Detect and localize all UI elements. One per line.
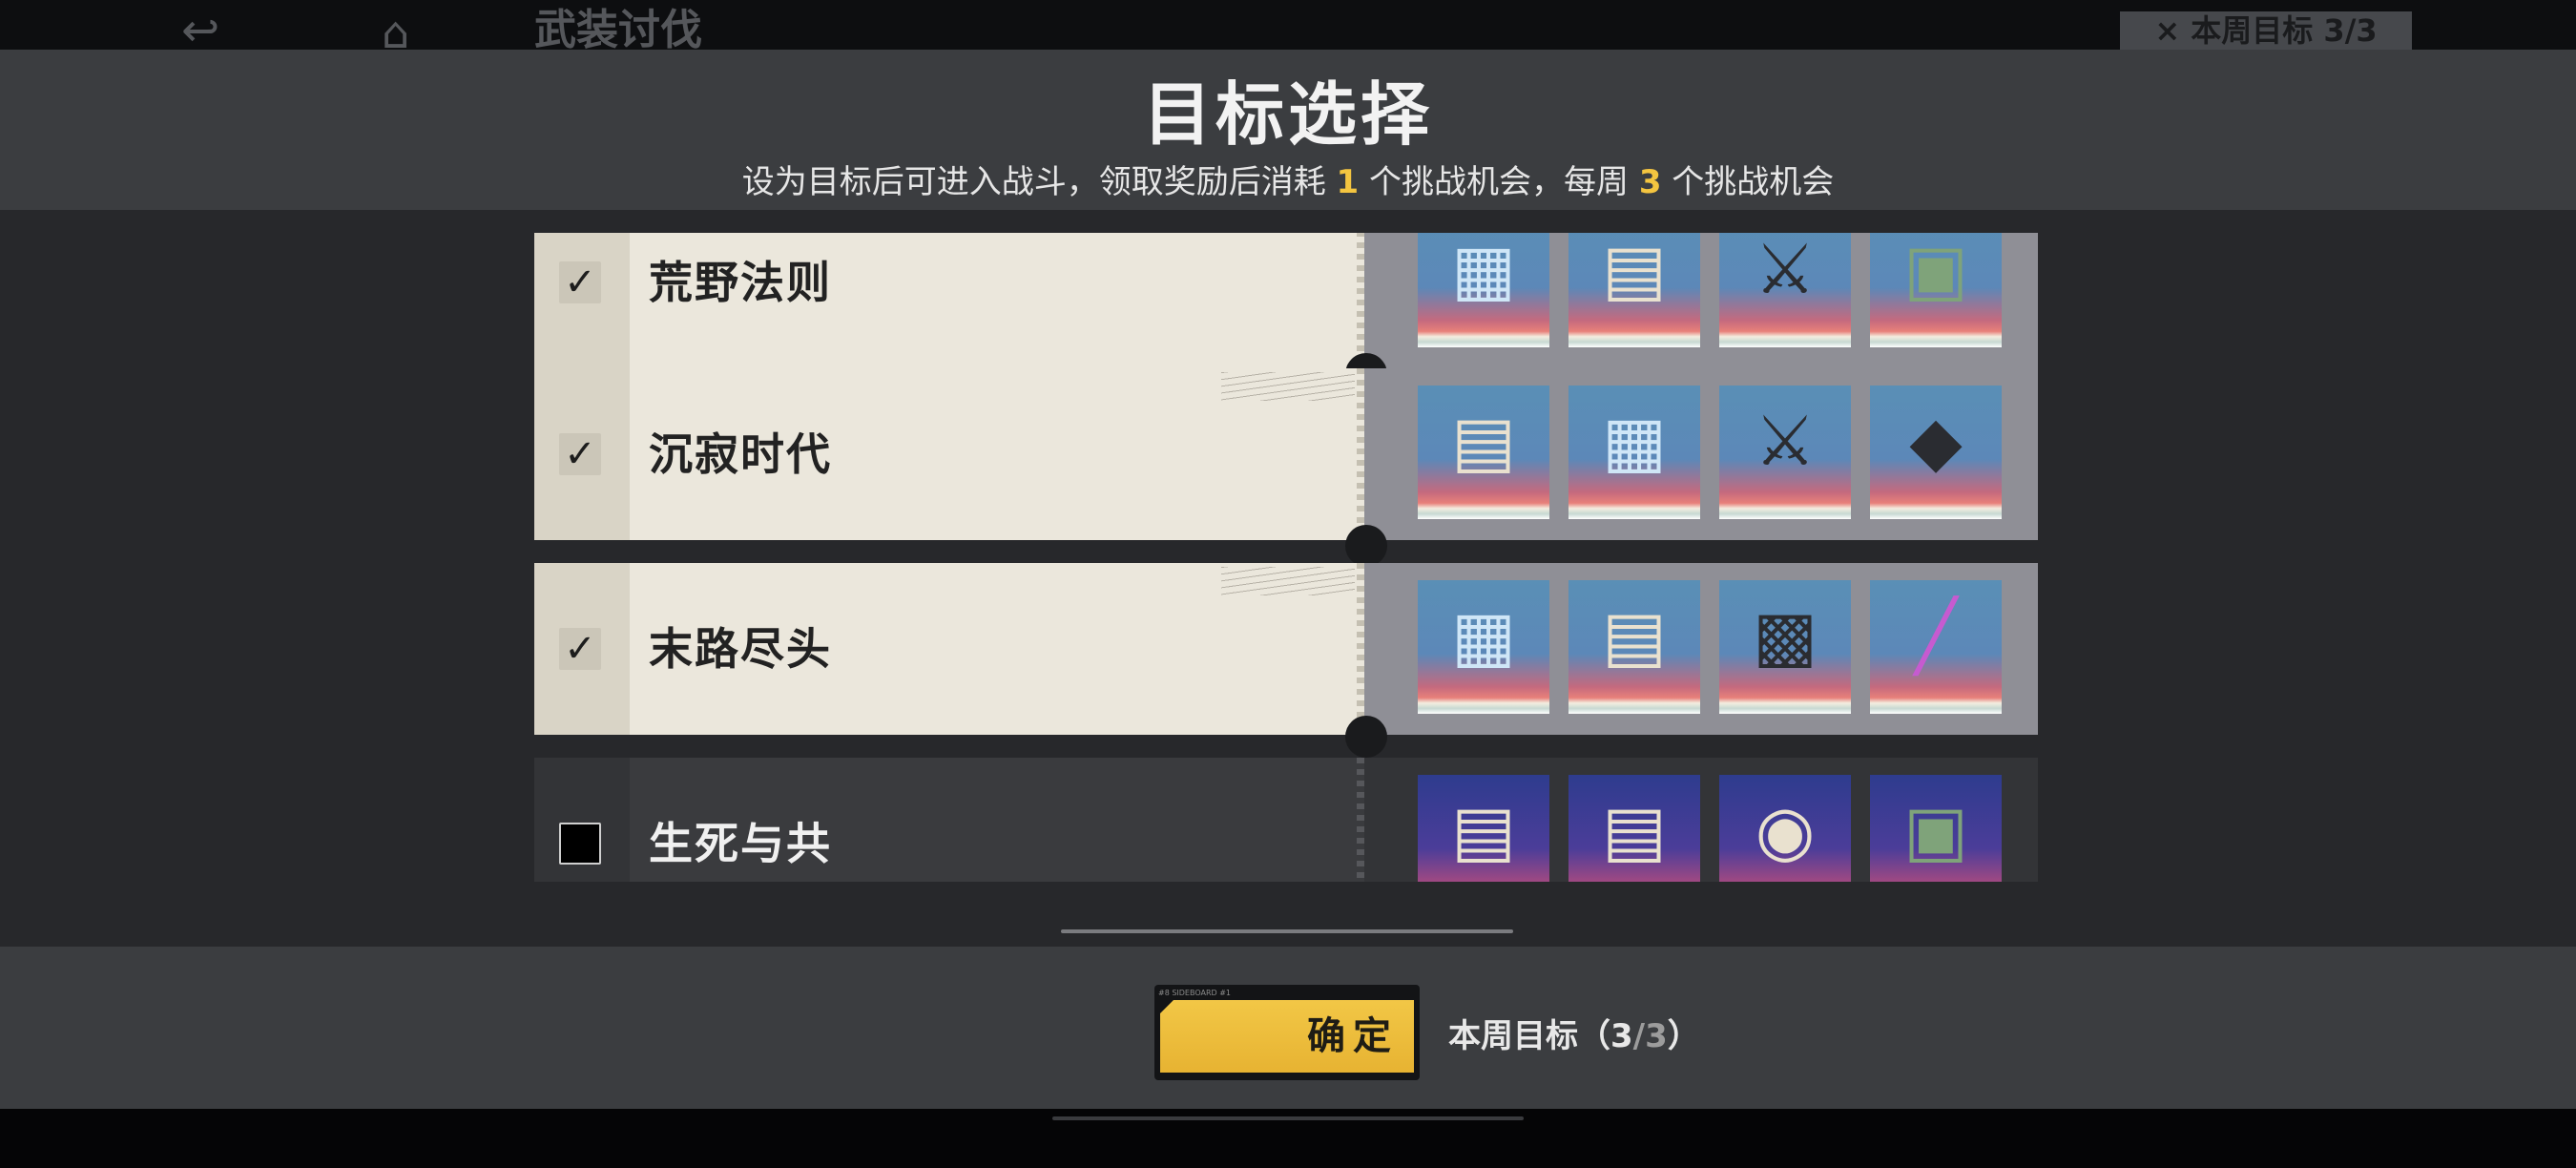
scroll-indicator[interactable] [1061,929,1513,933]
reward-item[interactable]: ╱ [1870,580,2002,714]
perforation-edge [1357,563,1364,735]
subtitle-cost-number: 1 [1336,163,1360,201]
stage-row[interactable]: 生死与共 ▤ ▤ ◉ ▣ [534,758,2038,882]
home-icon[interactable]: ⌂ [382,10,448,54]
reward-item[interactable]: ▦ [1418,580,1549,714]
turret-icon: ▣ [1902,790,1969,870]
reward-item[interactable]: ▤ [1568,580,1700,714]
weekly-target-counter: 本周目标（3/3） [1448,1012,1700,1061]
reward-item[interactable]: ⚔ [1719,233,1851,347]
dialog-subtitle: 设为目标后可进入战斗，领取奖励后消耗 1 个挑战机会，每周 3 个挑战机会 [0,160,2576,204]
stage-row[interactable]: ✓ 沉寂时代 ▤ ▦ ⚔ ◆ [534,368,2038,540]
row-divider-notch [1345,716,1387,758]
pink-blade-icon: ╱ [1915,595,1957,676]
button-stripe-text: #8 SIDEBOARD #1 [1158,989,1232,997]
stage-checkbox[interactable] [559,823,601,865]
reward-item[interactable]: ▣ [1870,233,2002,347]
reward-item[interactable]: ▣ [1870,775,2002,882]
weekly-separator: / [1632,1017,1646,1055]
stage-checkbox[interactable]: ✓ [559,628,601,670]
reward-item[interactable]: ▩ [1719,580,1851,714]
stage-name: 荒野法则 [649,257,832,308]
stage-row-info[interactable]: ✓ 荒野法则 [534,233,1364,368]
green-gun-icon: ▣ [1902,233,1969,309]
scratch-decoration [1221,372,1355,401]
reward-item[interactable]: ▤ [1418,775,1549,882]
reward-panel: ▦ ▤ ▩ ╱ [1364,563,2038,735]
reward-panel: ▦ ▤ ⚔ ▣ [1364,233,2038,368]
manual-icon: ▤ [1601,790,1668,870]
background-weekly-badge: × 本周目标 3/3 [2120,11,2412,50]
subtitle-suffix: 个挑战机会 [1672,163,1835,201]
blueprint-icon: ▦ [1450,233,1517,309]
reward-panel: ▤ ▤ ◉ ▣ [1364,758,2038,882]
rifle-icon: ⚔ [1754,401,1817,481]
confirm-label: 确定 [1307,1014,1399,1058]
manual-icon: ▤ [1450,401,1517,481]
stage-row-info[interactable]: ✓ 末路尽头 [534,563,1364,735]
perforation-edge [1357,758,1364,882]
manual-icon: ▤ [1601,233,1668,309]
dialog-title: 目标选择 [1142,74,1433,155]
weekly-target-label: 本周目标 [1448,1017,1578,1055]
blade-icon: ◆ [1909,401,1963,481]
stage-name: 末路尽头 [649,623,832,675]
row-divider-notch [1345,525,1387,567]
subtitle-mid: 个挑战机会，每周 [1369,163,1629,201]
scratch-decoration [1221,567,1355,595]
weekly-open-paren: （ [1578,1017,1610,1055]
blueprint-icon: ▦ [1601,401,1668,481]
stage-name: 生死与共 [649,818,832,869]
stage-row[interactable]: ✓ 荒野法则 ▦ ▤ ⚔ ▣ [534,233,2038,368]
weekly-current: 3 [1610,1017,1633,1055]
reward-panel: ▤ ▦ ⚔ ◆ [1364,368,2038,540]
weekly-close-paren: ） [1667,1017,1700,1055]
home-indicator[interactable] [1052,1116,1524,1120]
blueprint-icon: ▦ [1450,595,1517,676]
stage-row[interactable]: ✓ 末路尽头 ▦ ▤ ▩ ╱ [534,563,2038,735]
weekly-total: 3 [1645,1017,1668,1055]
cannon-icon: ▩ [1752,595,1818,676]
reward-item[interactable]: ▤ [1418,386,1549,519]
stage-checkbox[interactable]: ✓ [559,261,601,303]
game-screen: ↩ ⌂ 武装讨伐 × 本周目标 3/3 目标选择 设为目标后可进入战斗，领取奖励… [0,0,2576,1168]
reward-item[interactable]: ◆ [1870,386,2002,519]
reward-item[interactable]: ◉ [1719,775,1851,882]
reward-item[interactable]: ▤ [1568,233,1700,347]
manual-icon: ▤ [1601,595,1668,676]
stage-checkbox[interactable]: ✓ [559,433,601,475]
stage-row-info[interactable]: 生死与共 [534,758,1364,882]
back-arrow-icon[interactable]: ↩ [181,8,296,53]
stage-row-info[interactable]: ✓ 沉寂时代 [534,368,1364,540]
reward-item[interactable]: ▤ [1568,775,1700,882]
reward-item[interactable]: ▦ [1418,233,1549,347]
background-page-title: 武装讨伐 [534,6,702,54]
drone-icon: ◉ [1755,790,1816,870]
reward-item[interactable]: ⚔ [1719,386,1851,519]
stage-name: 沉寂时代 [649,428,832,480]
subtitle-prefix: 设为目标后可进入战斗，领取奖励后消耗 [741,163,1326,201]
weapon-icon: ⚔ [1754,233,1817,309]
perforation-edge [1357,233,1364,368]
perforation-edge [1357,368,1364,540]
confirm-button[interactable]: #8 SIDEBOARD #1 确定 [1154,985,1420,1080]
subtitle-weekly-number: 3 [1638,163,1662,201]
stage-list[interactable]: ✓ 荒野法则 ▦ ▤ ⚔ ▣ ✓ 沉寂时代 ▤ ▦ ⚔ ◆ ✓ 末路尽头 ▦ ▤… [534,233,2038,882]
manual-icon: ▤ [1450,790,1517,870]
reward-item[interactable]: ▦ [1568,386,1700,519]
